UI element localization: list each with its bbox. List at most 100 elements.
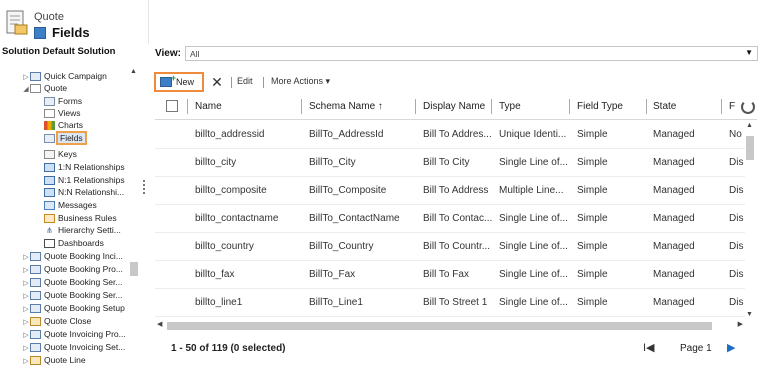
column-header-f[interactable]: F (729, 101, 735, 112)
cell-state: Managed (653, 185, 695, 196)
tree-item-quote-booking-product[interactable]: ▷ Quote Booking Pro... (22, 264, 123, 275)
table-row[interactable]: billto_country BillTo_Country Bill To Co… (155, 233, 745, 261)
tree-item-label: 1:N Relationships (58, 162, 125, 172)
tree-item-fields[interactable]: Fields (44, 131, 87, 145)
expand-icon[interactable]: ▷ (22, 278, 30, 289)
cell-f: Dis (729, 269, 744, 280)
scroll-down-icon[interactable]: ▼ (746, 311, 753, 318)
column-divider[interactable] (491, 99, 492, 114)
grid-vertical-scroll-thumb[interactable] (746, 136, 754, 160)
tree-item-n1-relationships[interactable]: N:1 Relationships (44, 175, 125, 186)
collapse-icon[interactable]: ◢ (22, 84, 30, 95)
scroll-left-icon[interactable]: ◀ (157, 320, 162, 328)
splitter-handle[interactable] (143, 180, 145, 194)
business-rule-icon (44, 214, 55, 224)
tree-item-quote-line[interactable]: ▷ Quote Line (22, 355, 86, 366)
scroll-up-icon[interactable]: ▲ (746, 122, 753, 129)
table-row[interactable]: billto_fax BillTo_Fax Bill To Fax Single… (155, 261, 745, 289)
expand-icon[interactable]: ▷ (22, 343, 30, 354)
column-header-state[interactable]: State (653, 101, 676, 112)
entity-icon (30, 278, 41, 288)
tree-item-charts[interactable]: Charts (44, 120, 83, 131)
scroll-up-icon[interactable]: ▲ (130, 68, 137, 75)
tree-item-keys[interactable]: Keys (44, 149, 77, 160)
cell-schema-name: BillTo_Composite (309, 185, 387, 196)
tree-item-forms[interactable]: Forms (44, 96, 82, 107)
column-header-field-type[interactable]: Field Type (577, 101, 623, 112)
tree-item-quote-booking-setup[interactable]: ▷ Quote Booking Setup (22, 303, 125, 314)
column-divider[interactable] (301, 99, 302, 114)
expand-icon[interactable]: ▷ (22, 291, 30, 302)
tree-item-label: Charts (58, 120, 84, 130)
new-button[interactable]: New (154, 72, 204, 92)
expand-icon[interactable]: ▷ (22, 317, 30, 328)
sidebar-scroll-thumb[interactable] (130, 262, 138, 276)
grid-horizontal-scroll-thumb[interactable] (167, 322, 712, 330)
tree-item-hierarchy-settings[interactable]: ⋔ Hierarchy Setti... (44, 225, 121, 236)
toolbar-divider (263, 77, 264, 88)
tree-item-quick-campaign[interactable]: ▷ Quick Campaign (22, 71, 107, 82)
expand-icon[interactable]: ▷ (22, 252, 30, 263)
tree-item-quote-close[interactable]: ▷ Quote Close (22, 316, 91, 327)
tree-item-dashboards[interactable]: Dashboards (44, 238, 104, 249)
tree-item-quote-booking-incident[interactable]: ▷ Quote Booking Inci... (22, 251, 123, 262)
cell-display-name: Bill To Contac... (423, 213, 493, 224)
entity-icon (30, 317, 41, 327)
select-all-checkbox[interactable] (166, 100, 178, 112)
column-divider[interactable] (187, 99, 188, 114)
expand-icon[interactable]: ▷ (22, 330, 30, 341)
scroll-right-icon[interactable]: ▶ (738, 320, 743, 328)
expand-icon[interactable]: ▷ (22, 72, 30, 83)
cell-schema-name: BillTo_Country (309, 241, 374, 252)
table-row[interactable]: billto_composite BillTo_Composite Bill T… (155, 177, 745, 205)
expand-icon[interactable]: ▷ (22, 265, 30, 276)
tree-item-label: Dashboards (58, 238, 104, 248)
tree-item-label: Forms (58, 96, 83, 106)
edit-button[interactable]: Edit (237, 76, 253, 86)
view-select[interactable]: All ▼ (185, 46, 758, 61)
cell-type: Single Line of... (499, 241, 568, 252)
grid-horizontal-scrollbar[interactable]: ◀ ▶ (155, 320, 745, 330)
cell-field-type: Simple (577, 213, 608, 224)
tree-item-messages[interactable]: Messages (44, 200, 97, 211)
expand-icon[interactable]: ▷ (22, 304, 30, 315)
column-divider[interactable] (646, 99, 647, 114)
sidebar-scrollbar[interactable]: ▲ (130, 64, 138, 382)
first-page-icon[interactable]: I◀ (643, 341, 655, 354)
next-page-icon[interactable]: ▶ (727, 341, 735, 354)
cell-type: Single Line of... (499, 297, 568, 308)
expand-icon[interactable]: ▷ (22, 356, 30, 367)
relationship-icon (44, 188, 55, 198)
delete-button[interactable]: ✕ (210, 74, 224, 90)
tree-item-quote[interactable]: ◢ Quote (22, 83, 67, 94)
tree-item-quote-booking-service-task[interactable]: ▷ Quote Booking Ser... (22, 290, 122, 301)
tree-item-business-rules[interactable]: Business Rules (44, 213, 117, 224)
column-header-type[interactable]: Type (499, 101, 521, 112)
column-header-name[interactable]: Name (195, 101, 222, 112)
tree-item-quote-invoicing-product[interactable]: ▷ Quote Invoicing Pro... (22, 329, 126, 340)
grid-vertical-scrollbar[interactable]: ▲ ▼ (745, 122, 755, 318)
table-row[interactable]: billto_contactname BillTo_ContactName Bi… (155, 205, 745, 233)
tree-item-quote-booking-service[interactable]: ▷ Quote Booking Ser... (22, 277, 122, 288)
tree-item-nn-relationships[interactable]: N:N Relationshi... (44, 187, 124, 198)
column-divider[interactable] (415, 99, 416, 114)
column-divider[interactable] (721, 99, 722, 114)
column-divider[interactable] (569, 99, 570, 114)
entity-name: Quote (34, 11, 64, 23)
entity-icon (30, 343, 41, 353)
table-row[interactable]: billto_line1 BillTo_Line1 Bill To Street… (155, 289, 745, 317)
cell-field-type: Simple (577, 185, 608, 196)
more-actions-button[interactable]: More Actions ▾ (271, 76, 330, 87)
tree-item-views[interactable]: Views (44, 108, 81, 119)
column-header-display-name[interactable]: Display Name (423, 101, 485, 112)
cell-type: Single Line of... (499, 157, 568, 168)
tree-item-label: N:1 Relationships (58, 175, 125, 185)
tree-item-quote-invoicing-setup[interactable]: ▷ Quote Invoicing Set... (22, 342, 125, 353)
refresh-icon[interactable] (741, 100, 755, 114)
cell-schema-name: BillTo_Line1 (309, 297, 363, 308)
view-label: View: (155, 48, 181, 59)
table-row[interactable]: billto_addressid BillTo_AddressId Bill T… (155, 121, 745, 149)
table-row[interactable]: billto_city BillTo_City Bill To City Sin… (155, 149, 745, 177)
tree-item-1n-relationships[interactable]: 1:N Relationships (44, 162, 125, 173)
column-header-schema-name[interactable]: Schema Name ↑ (309, 101, 383, 112)
